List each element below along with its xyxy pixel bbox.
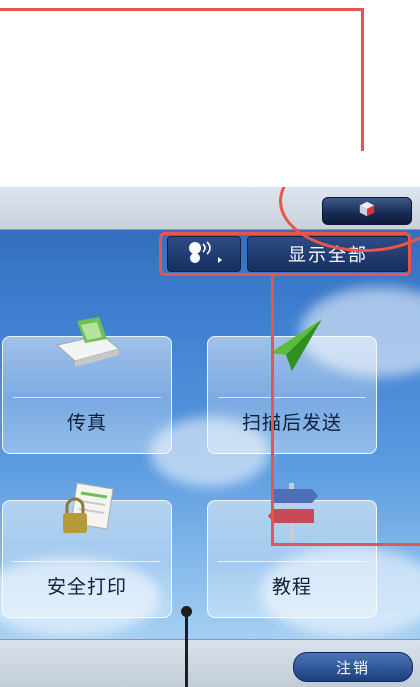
tile-divider xyxy=(13,561,161,562)
pointer-line xyxy=(185,610,188,687)
tile-tutorial[interactable]: 教程 xyxy=(207,483,377,618)
logout-button[interactable]: 注销 xyxy=(293,652,413,682)
bottom-bar: 注销 xyxy=(0,639,420,687)
tile-scan-send[interactable]: 扫描后发送 xyxy=(207,319,377,454)
tile-fax[interactable]: 传真 xyxy=(2,317,172,454)
tile-label: 扫描后发送 xyxy=(241,412,342,434)
callout-line xyxy=(271,276,274,546)
fax-icon xyxy=(47,315,127,379)
callout-line xyxy=(0,8,364,11)
signpost-icon xyxy=(252,479,332,547)
callout-line xyxy=(361,8,364,151)
lock-document-icon xyxy=(47,479,127,547)
callout-line xyxy=(271,543,420,546)
tile-secure-print[interactable]: 安全打印 xyxy=(2,482,172,618)
tile-divider xyxy=(13,397,161,398)
tile-label: 传真 xyxy=(66,412,107,434)
tile-divider xyxy=(218,397,366,398)
tile-divider xyxy=(218,561,366,562)
tile-label: 教程 xyxy=(271,576,312,598)
main-panel: 显示全部 传真 扫描后发送 安全打印 教程 注销 xyxy=(0,187,420,687)
tile-label: 安全打印 xyxy=(46,576,127,598)
paper-plane-icon xyxy=(252,315,332,379)
